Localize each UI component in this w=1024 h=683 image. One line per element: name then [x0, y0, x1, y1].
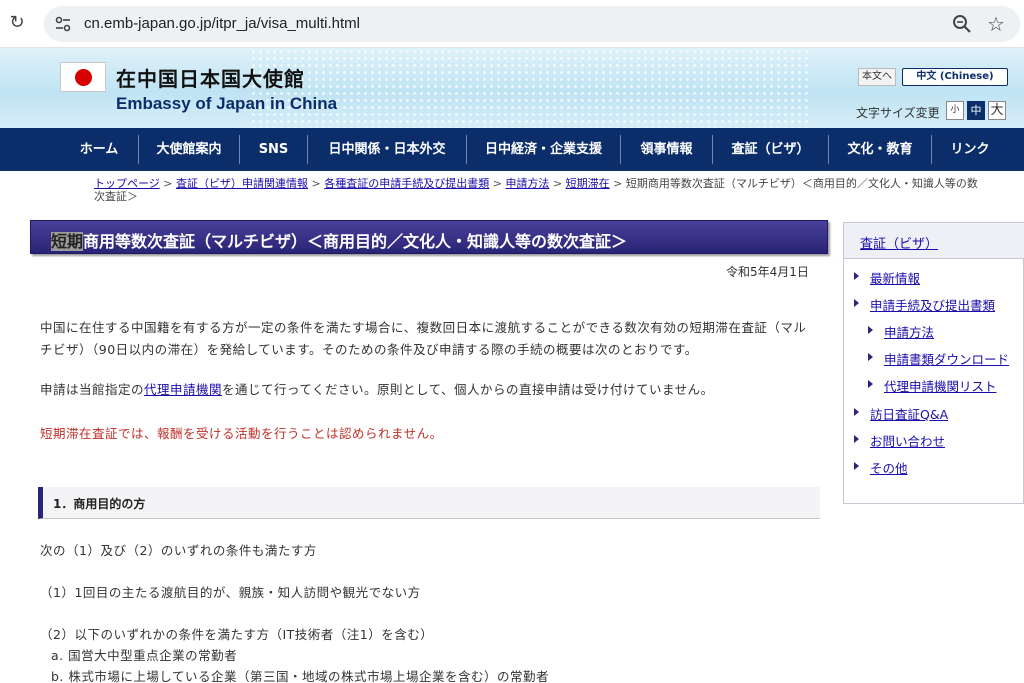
warning-text: 短期滞在査証では、報酬を受ける活動を行うことは認められません。: [40, 426, 443, 441]
font-size-large-button[interactable]: 大: [988, 101, 1006, 120]
world-map-decoration: [250, 48, 810, 128]
bullet-icon: [854, 462, 859, 470]
font-size-medium-button[interactable]: 中: [967, 101, 985, 120]
nav-economy-business[interactable]: 日中経済・企業支援: [467, 128, 620, 171]
sidebar-item-qa[interactable]: 訪日査証Q&A: [870, 404, 948, 423]
url-text[interactable]: cn.emb-japan.go.jp/itpr_ja/visa_multi.ht…: [84, 15, 360, 32]
nav-embassy-info[interactable]: 大使館案内: [139, 128, 239, 171]
nav-home[interactable]: ホーム: [60, 128, 138, 171]
site-header: 在中国日本国大使館 Embassy of Japan in China 本文へ …: [0, 48, 1024, 128]
nav-japan-china-relations[interactable]: 日中関係・日本外交: [308, 128, 466, 171]
sidebar-item-contact[interactable]: お問い合わせ: [870, 431, 945, 450]
site-title-japanese[interactable]: 在中国日本国大使館: [116, 63, 305, 92]
condition-1: （1）1回目の主たる渡航目的が、親族・知人訪問や観光でない方: [40, 585, 421, 600]
bullet-icon: [868, 353, 873, 361]
nav-consular-info[interactable]: 領事情報: [621, 128, 712, 171]
breadcrumb-visa-info[interactable]: 査証（ビザ）申請関連情報: [176, 177, 308, 190]
nav-links[interactable]: リンク: [932, 128, 1008, 171]
breadcrumb-top[interactable]: トップページ: [94, 177, 160, 190]
nav-sns[interactable]: SNS: [240, 128, 307, 171]
application-paragraph: 申請は当館指定の代理申請機関を通じて行ってください。原則として、個人からの直接申…: [40, 382, 714, 397]
site-title-english[interactable]: Embassy of Japan in China: [116, 94, 337, 114]
section-heading: 1．商用目的の方: [38, 487, 820, 519]
sidebar-title-visa[interactable]: 査証（ビザ）: [860, 233, 938, 252]
section-title: 1．商用目的の方: [53, 497, 146, 511]
sidebar-item-procedures[interactable]: 申請手続及び提出書類: [870, 295, 995, 314]
nav-culture-education[interactable]: 文化・教育: [829, 128, 931, 171]
bullet-icon: [854, 272, 859, 280]
sidebar-item-agency-list[interactable]: 代理申請機関リスト: [884, 376, 997, 395]
skip-to-content-link[interactable]: 本文へ: [858, 68, 896, 86]
font-size-small-button[interactable]: 小: [946, 101, 964, 120]
intro-paragraph: 中国に在住する中国籍を有する方が一定の条件を満たす場合に、複数回日本に渡航するこ…: [40, 320, 807, 357]
global-nav: ホーム 大使館案内 SNS 日中関係・日本外交 日中経済・企業支援 領事情報 査…: [0, 128, 1024, 171]
chinese-language-button[interactable]: 中文 (Chinese): [902, 68, 1008, 86]
breadcrumb: トップページ > 査証（ビザ）申請関連情報 > 各種査証の申請手続及び提出書類 …: [94, 177, 978, 203]
page-title-highlight: 短期: [51, 232, 84, 251]
breadcrumb-procedures[interactable]: 各種査証の申請手続及び提出書類: [324, 177, 489, 190]
browser-toolbar: ↻ cn.emb-japan.go.jp/itpr_ja/visa_multi.…: [0, 0, 1024, 48]
page-title: 短期商用等数次査証（マルチビザ）＜商用目的／文化人・知識人等の数次査証＞: [51, 228, 627, 252]
bullet-icon: [868, 380, 873, 388]
sidebar-header: 査証（ビザ）: [844, 223, 1024, 259]
condition-2b: b. 株式市場に上場している企業（第三国・地域の株式市場上場企業を含む）の常勤者: [51, 669, 550, 683]
sidebar-item-downloads[interactable]: 申請書類ダウンロード: [884, 349, 1009, 368]
bullet-icon: [854, 408, 859, 416]
condition-2a: a. 国営大中型重点企業の常勤者: [51, 648, 238, 663]
nav-visa[interactable]: 査証（ビザ）: [713, 128, 828, 171]
address-bar[interactable]: cn.emb-japan.go.jp/itpr_ja/visa_multi.ht…: [44, 6, 1020, 42]
page-title-text: 商用等数次査証（マルチビザ）＜商用目的／文化人・知識人等の数次査証＞: [83, 232, 628, 251]
publish-date: 令和5年4月1日: [726, 265, 809, 279]
sidebar-item-method[interactable]: 申請方法: [884, 322, 934, 341]
bullet-icon: [854, 299, 859, 307]
bullet-icon: [868, 326, 873, 334]
condition-2: （2）以下のいずれかの条件を満たす方（IT技術者（注1）を含む）: [40, 627, 434, 642]
zoom-icon[interactable]: [952, 14, 972, 34]
breadcrumb-application-method[interactable]: 申請方法: [505, 177, 549, 190]
sidebar: 査証（ビザ） 最新情報 申請手続及び提出書類 申請方法 申請書類ダウンロード 代…: [843, 222, 1024, 504]
bookmark-star-icon[interactable]: ☆: [987, 12, 1009, 36]
bullet-icon: [854, 435, 859, 443]
font-size-label: 文字サイズ変更: [856, 106, 940, 120]
sidebar-item-other[interactable]: その他: [870, 458, 908, 477]
sidebar-item-news[interactable]: 最新情報: [870, 268, 920, 287]
condition-intro: 次の（1）及び（2）のいずれの条件も満たす方: [40, 543, 317, 558]
reload-icon[interactable]: ↻: [6, 12, 28, 34]
breadcrumb-short-stay[interactable]: 短期滞在: [566, 177, 610, 190]
agency-link[interactable]: 代理申請機関: [144, 382, 222, 397]
page-title-bar: 短期商用等数次査証（マルチビザ）＜商用目的／文化人・知識人等の数次査証＞: [30, 220, 828, 254]
site-info-icon[interactable]: [54, 15, 72, 33]
japan-flag-icon: [60, 62, 106, 92]
